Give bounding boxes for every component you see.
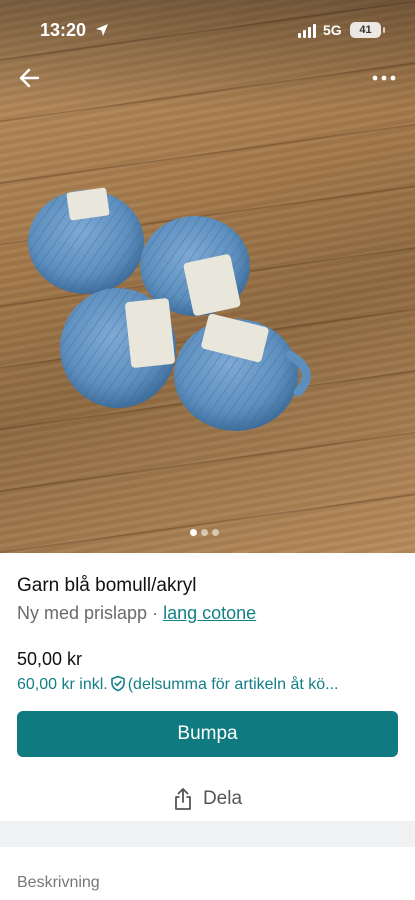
condition-label: Ny med prislapp <box>17 603 148 623</box>
location-arrow-icon <box>96 24 108 36</box>
gallery-pagination <box>190 529 219 536</box>
price-incl-value: 60,00 kr inkl. <box>17 676 108 693</box>
share-label: Dela <box>202 788 243 809</box>
subtitle-separator: · <box>152 603 159 623</box>
yarn-ball-1 <box>28 187 144 294</box>
battery-icon: 41 <box>350 22 385 38</box>
gallery-dot[interactable] <box>190 529 197 536</box>
section-divider <box>0 821 415 847</box>
brand-link[interactable]: lang cotone <box>163 603 256 623</box>
more-options-button[interactable] <box>369 64 399 92</box>
listing-title: Garn blå bomull/akryl <box>17 575 197 596</box>
gallery-dot[interactable] <box>201 529 208 536</box>
price: 50,00 kr <box>17 649 83 669</box>
more-horizontal-icon <box>372 75 396 81</box>
yarn-ball-3 <box>60 288 176 408</box>
signal-bars-icon <box>298 24 316 38</box>
status-bar: 13:20 5G 41 <box>0 0 415 58</box>
arrow-left-icon <box>19 68 40 88</box>
shield-check-icon <box>110 675 125 692</box>
gallery-dot[interactable] <box>212 529 219 536</box>
status-time: 13:20 <box>40 20 87 40</box>
share-button[interactable]: Dela <box>0 779 415 819</box>
network-type: 5G <box>323 22 342 38</box>
listing-subtitle: Ny med prislapp · lang cotone <box>17 603 256 624</box>
yarn-ball-4 <box>174 313 311 431</box>
back-button[interactable] <box>16 64 44 92</box>
price-incl-note: (delsumma för artikeln åt kö... <box>127 676 339 693</box>
description-heading: Beskrivning <box>17 874 100 891</box>
price-incl-buyer-protection[interactable]: 60,00 kr inkl. (delsumma för artikeln åt… <box>17 675 402 694</box>
bump-button[interactable]: Bumpa <box>17 711 398 757</box>
product-image[interactable] <box>0 0 415 553</box>
share-upload-icon <box>175 788 191 810</box>
